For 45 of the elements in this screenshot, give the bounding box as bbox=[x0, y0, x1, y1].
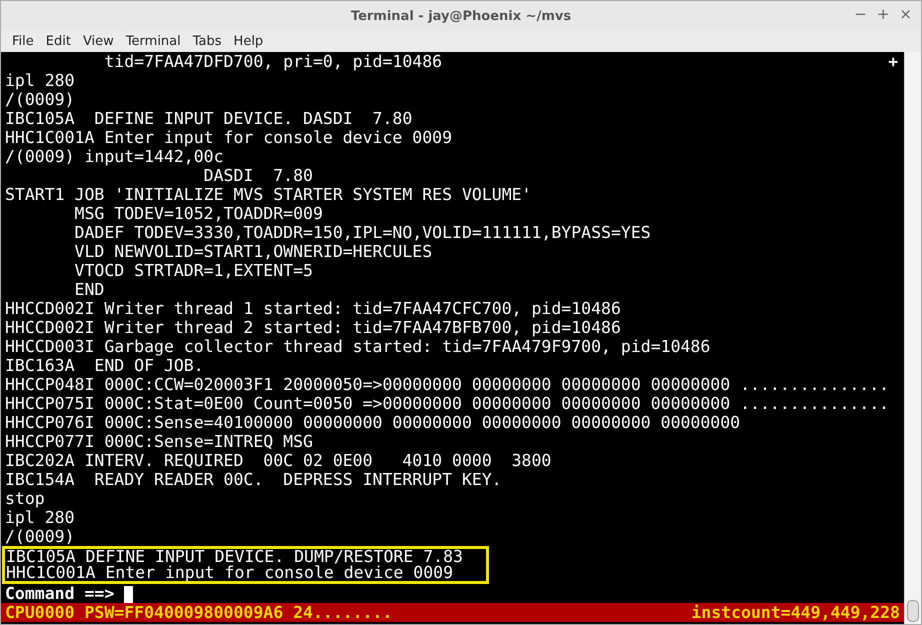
terminal-line: IBC154A READY READER 00C. DEPRESS INTERRUPT KEY. bbox=[5, 470, 502, 489]
terminal-line: VLD NEWVOLID=START1,OWNERID=HERCULES bbox=[74, 242, 432, 261]
terminal-line: tid=7FAA47DFD700, pri=0, pid=10486 bbox=[103, 52, 442, 71]
text-cursor bbox=[124, 586, 134, 603]
terminal-line: VTOCD STRTADR=1,EXTENT=5 bbox=[74, 261, 313, 280]
scrollbar-thumb[interactable] bbox=[907, 600, 919, 622]
menu-item[interactable]: Help bbox=[228, 34, 270, 49]
terminal-line: HHCCP077I 000C:Sense=INTREQ MSG bbox=[5, 432, 313, 451]
terminal-line: ipl 280 bbox=[5, 508, 75, 527]
terminal-line: HHCCD002I Writer thread 2 started: tid=7FAA47BFB700, pid=10486 bbox=[5, 318, 621, 337]
command-prompt[interactable]: Command ==> bbox=[5, 584, 124, 603]
terminal-line: MSG TODEV=1052,TOADDR=009 bbox=[74, 204, 323, 223]
terminal-line: HHCCP075I 000C:Stat=0E00 Count=0050 =>00000000 00000000 00000000 00000000 ............... bbox=[5, 394, 890, 413]
terminal-line: DADEF TODEV=3330,TOADDR=150,IPL=NO,VOLID=111111,BYPASS=YES bbox=[74, 223, 651, 242]
menu-item[interactable]: File bbox=[6, 34, 40, 49]
menu-item[interactable]: Tabs bbox=[186, 34, 228, 49]
terminal-line: /(0009) bbox=[5, 90, 75, 109]
terminal-line: /(0009) input=1442,00c bbox=[5, 147, 224, 166]
menu-item[interactable]: Terminal bbox=[120, 34, 187, 49]
window-title: Terminal - jay@Phoenix ~/mvs bbox=[350, 8, 572, 24]
menu-item[interactable]: View bbox=[76, 34, 120, 49]
terminal-line: HHCCD003I Garbage collector thread started: tid=7FAA479F9700, pid=10486 bbox=[5, 337, 710, 356]
terminal-line: END bbox=[74, 280, 104, 299]
terminal-line: ipl 280 bbox=[5, 71, 75, 90]
status-text: CPU0000 PSW=FF040009800009A6 24........ bbox=[5, 603, 392, 622]
status-text: instcount=449,449,228 bbox=[691, 603, 900, 622]
terminal-line: IBC105A DEFINE INPUT DEVICE. DASDI 7.80 bbox=[5, 109, 412, 128]
terminal-line: IBC202A INTERV. REQUIRED 00C 02 0E00 4010 0000 3800 bbox=[5, 451, 552, 470]
terminal-line: IBC163A END OF JOB. bbox=[5, 356, 204, 375]
scrollbar[interactable] bbox=[904, 52, 921, 624]
terminal-line: HHCCD002I Writer thread 1 started: tid=7FAA47CFC700, pid=10486 bbox=[5, 299, 621, 318]
terminal-line: HHC1C001A Enter input for console device 0009 bbox=[2, 565, 489, 584]
maximize-button[interactable]: + bbox=[874, 5, 892, 23]
terminal-line: START1 JOB 'INITIALIZE MVS STARTER SYSTEM RES VOLUME' bbox=[5, 185, 532, 204]
terminal-line: /(0009) bbox=[5, 527, 75, 546]
terminal-line: HHCCP048I 000C:CCW=020003F1 20000050=>00000000 00000000 00000000 00000000 ............... bbox=[5, 375, 890, 394]
terminal-line: HHCCP076I 000C:Sense=40100000 00000000 00000000 00000000 00000000 00000000 bbox=[5, 413, 740, 432]
menu-item[interactable]: Edit bbox=[40, 34, 77, 49]
minimize-button[interactable]: − bbox=[851, 5, 870, 23]
terminal-line: HHC1C001A Enter input for console device 0009 bbox=[5, 128, 452, 147]
plus-icon[interactable]: + bbox=[888, 52, 898, 71]
close-button[interactable]: × bbox=[896, 5, 915, 23]
terminal-line: IBC105A DEFINE INPUT DEVICE. DUMP/RESTORE 7.83 bbox=[2, 546, 489, 565]
terminal-line: DASDI 7.80 bbox=[202, 166, 313, 185]
terminal-line: stop bbox=[5, 489, 45, 508]
